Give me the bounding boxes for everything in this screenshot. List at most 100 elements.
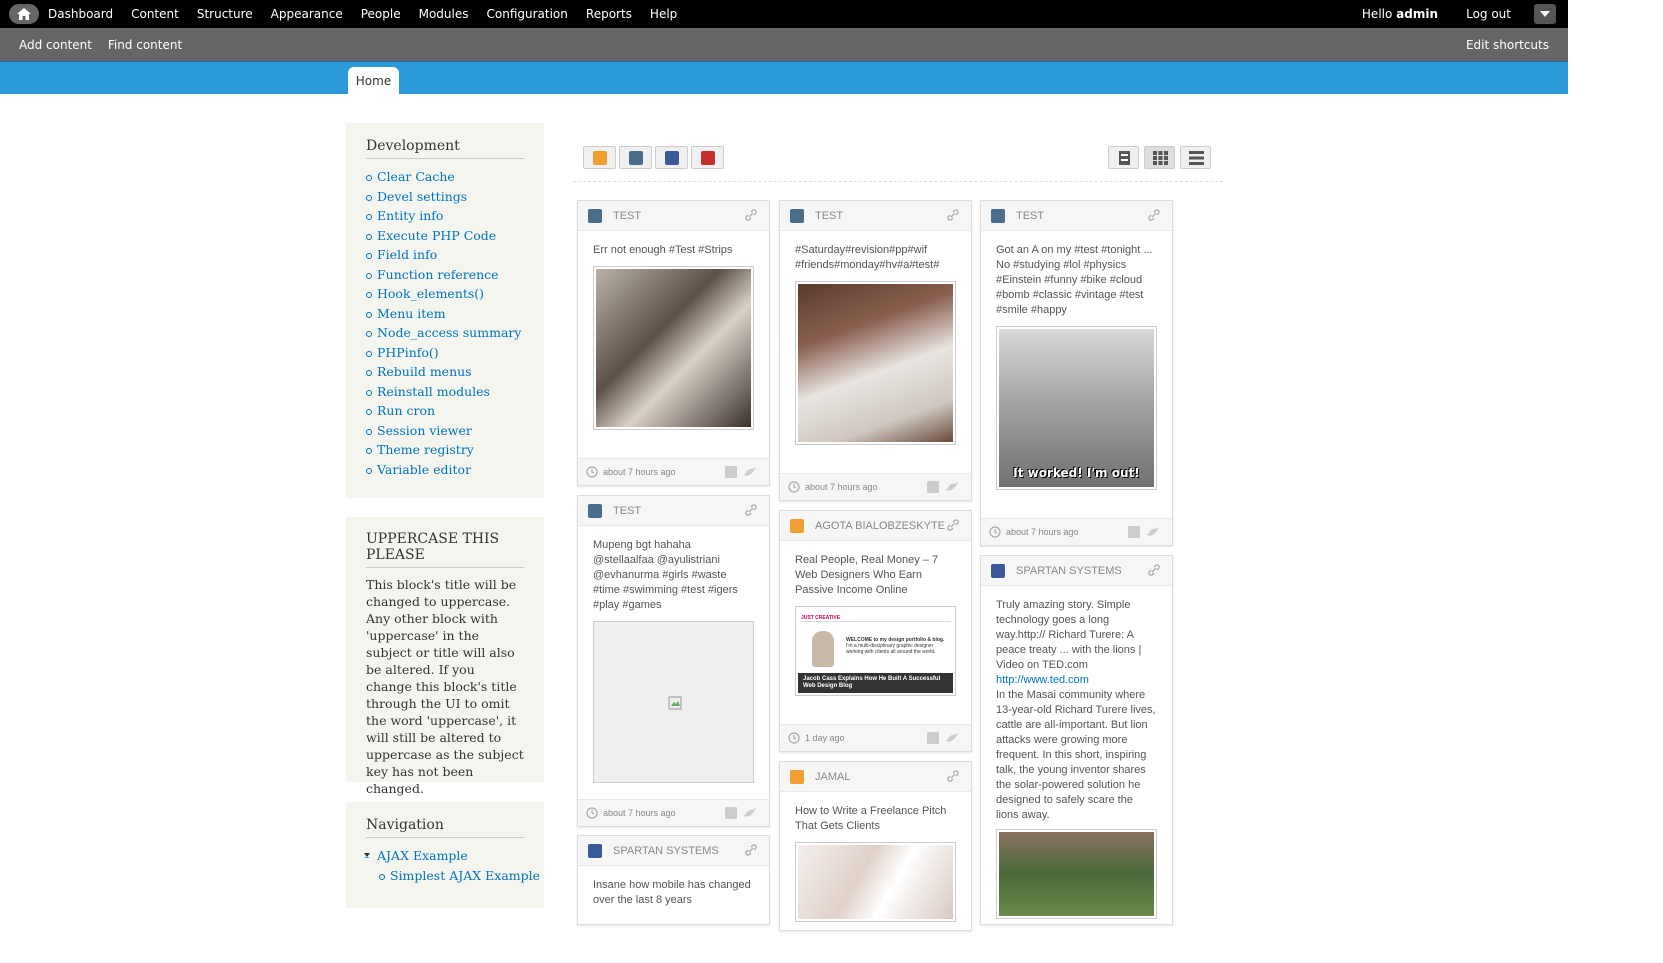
card-text: Mupeng bgt hahaha @stellaalfaa @ayulistr… (593, 539, 738, 611)
dev-link-theme-registry[interactable]: Theme registry (366, 440, 544, 460)
link-icon[interactable] (745, 504, 757, 516)
menu-reports[interactable]: Reports (586, 7, 632, 21)
filter-blog-button[interactable] (583, 146, 616, 169)
navigation-block: Navigation AJAX Example Simplest AJAX Ex… (346, 802, 544, 908)
shortcuts-toggle[interactable] (1534, 4, 1556, 24)
facebook-share-icon[interactable] (725, 466, 737, 478)
post-image-broken[interactable] (593, 621, 754, 783)
post-image[interactable]: It worked! I'm out! (996, 326, 1157, 490)
dev-link-run-cron[interactable]: Run cron (366, 401, 544, 421)
facebook-share-icon[interactable] (725, 807, 737, 819)
twitter-share-icon[interactable] (743, 466, 757, 478)
link-icon[interactable] (947, 770, 959, 782)
menu-structure[interactable]: Structure (197, 7, 253, 21)
facebook-share-icon[interactable] (927, 481, 939, 493)
dev-link-devel-settings[interactable]: Devel settings (366, 187, 544, 207)
post-image[interactable] (593, 266, 754, 430)
post-image[interactable] (795, 842, 956, 922)
menu-people[interactable]: People (361, 7, 401, 21)
twitter-share-icon[interactable] (1146, 526, 1160, 538)
view-grid-button[interactable] (1144, 146, 1175, 169)
card-text: How to Write a Freelance Pitch That Gets… (795, 805, 947, 832)
home-icon (17, 8, 31, 20)
thumb-nav-divider (801, 621, 951, 622)
home-button[interactable] (9, 4, 39, 24)
menu-content[interactable]: Content (131, 7, 179, 21)
post-image[interactable] (795, 281, 956, 445)
twitter-share-icon[interactable] (743, 807, 757, 819)
card-source[interactable]: SPARTAN SYSTEMS (613, 845, 719, 857)
view-single-button[interactable] (1108, 146, 1139, 169)
thumb-intro: WELCOME to my design portfolio & blog. I'… (846, 637, 946, 655)
twitter-share-icon[interactable] (945, 732, 959, 744)
dev-link-session-viewer[interactable]: Session viewer (366, 421, 544, 441)
card-source[interactable]: JAMAL (815, 771, 850, 783)
filter-instagram-button[interactable] (619, 146, 652, 169)
shortcut-find-content[interactable]: Find content (108, 38, 182, 52)
card-time: about 7 hours ago (603, 467, 676, 477)
card-source[interactable]: AGOTA BIALOBZESKYTE (815, 520, 945, 532)
link-icon[interactable] (947, 519, 959, 531)
clock-icon (586, 807, 598, 819)
menu-appearance[interactable]: Appearance (271, 7, 343, 21)
dev-link-field-info[interactable]: Field info (366, 245, 544, 265)
filter-facebook-button[interactable] (655, 146, 688, 169)
username-link[interactable]: admin (1396, 7, 1438, 21)
edit-shortcuts-link[interactable]: Edit shortcuts (1466, 38, 1549, 52)
link-icon[interactable] (745, 844, 757, 856)
chevron-down-icon (1540, 11, 1550, 17)
stream-card: JAMAL How to Write a Freelance Pitch Tha… (779, 761, 972, 931)
dev-link-node-access[interactable]: Node_access summary (366, 323, 544, 343)
card-source[interactable]: TEST (613, 210, 641, 222)
shortcut-add-content[interactable]: Add content (19, 38, 92, 52)
nav-ajax-example[interactable]: AJAX Example (364, 846, 544, 866)
twitter-share-icon[interactable] (945, 481, 959, 493)
dev-link-rebuild-menus[interactable]: Rebuild menus (366, 362, 544, 382)
filter-youtube-button[interactable] (691, 146, 724, 169)
menu-configuration[interactable]: Configuration (487, 7, 568, 21)
facebook-share-icon[interactable] (927, 732, 939, 744)
link-icon[interactable] (947, 209, 959, 221)
thumb-banner: Jacob Cass Explains How He Built A Succe… (798, 673, 953, 693)
card-source[interactable]: SPARTAN SYSTEMS (1016, 565, 1122, 577)
menu-modules[interactable]: Modules (419, 7, 469, 21)
logout-link[interactable]: Log out (1466, 7, 1511, 21)
link-icon[interactable] (1148, 209, 1160, 221)
card-time: about 7 hours ago (603, 808, 676, 818)
tab-home[interactable]: Home (348, 67, 399, 95)
post-image[interactable]: JUST CREATIVE WELCOME to my design portf… (795, 606, 956, 696)
instagram-icon (588, 504, 602, 518)
card-source[interactable]: TEST (1016, 210, 1044, 222)
uppercase-body: This block's title will be changed to up… (366, 577, 524, 796)
dev-link-phpinfo[interactable]: PHPinfo() (366, 343, 544, 363)
dev-link-hook-elements[interactable]: Hook_elements() (366, 284, 544, 304)
facebook-share-icon[interactable] (1128, 526, 1140, 538)
link-icon[interactable] (745, 209, 757, 221)
dev-link-menu-item[interactable]: Menu item (366, 304, 544, 324)
single-view-icon (1119, 151, 1130, 165)
stream-card: SPARTAN SYSTEMS Truly amazing story. Sim… (980, 555, 1173, 925)
thumb-avatar (812, 631, 834, 667)
card-text: Err not enough #Test #Strips (593, 244, 733, 256)
card-source[interactable]: TEST (613, 505, 641, 517)
dev-link-entity-info[interactable]: Entity info (366, 206, 544, 226)
grid-view-icon (1153, 151, 1168, 165)
dev-link-variable-editor[interactable]: Variable editor (366, 460, 544, 480)
link-icon[interactable] (1148, 564, 1160, 576)
view-list-button[interactable] (1180, 146, 1211, 169)
ted-link[interactable]: http://www.ted.com (996, 673, 1157, 688)
card-source[interactable]: TEST (815, 210, 843, 222)
post-image[interactable] (996, 829, 1157, 919)
dev-link-clear-cache[interactable]: Clear Cache (366, 167, 544, 187)
menu-help[interactable]: Help (650, 7, 677, 21)
blog-icon (593, 151, 607, 165)
nav-simplest-ajax[interactable]: Simplest AJAX Example (379, 866, 544, 886)
dev-link-function-reference[interactable]: Function reference (366, 265, 544, 285)
dev-link-reinstall-modules[interactable]: Reinstall modules (366, 382, 544, 402)
dev-link-execute-php[interactable]: Execute PHP Code (366, 226, 544, 246)
stream-card: TEST Got an A on my #test #tonight ... N… (980, 200, 1173, 546)
menu-dashboard[interactable]: Dashboard (48, 7, 113, 21)
admin-toolbar: Dashboard Content Structure Appearance P… (0, 0, 1568, 28)
card-text: #Saturday#revision#pp#wif #friends#monda… (795, 244, 940, 271)
stream-card: TEST Mupeng bgt hahaha @stellaalfaa @ayu… (577, 495, 770, 827)
